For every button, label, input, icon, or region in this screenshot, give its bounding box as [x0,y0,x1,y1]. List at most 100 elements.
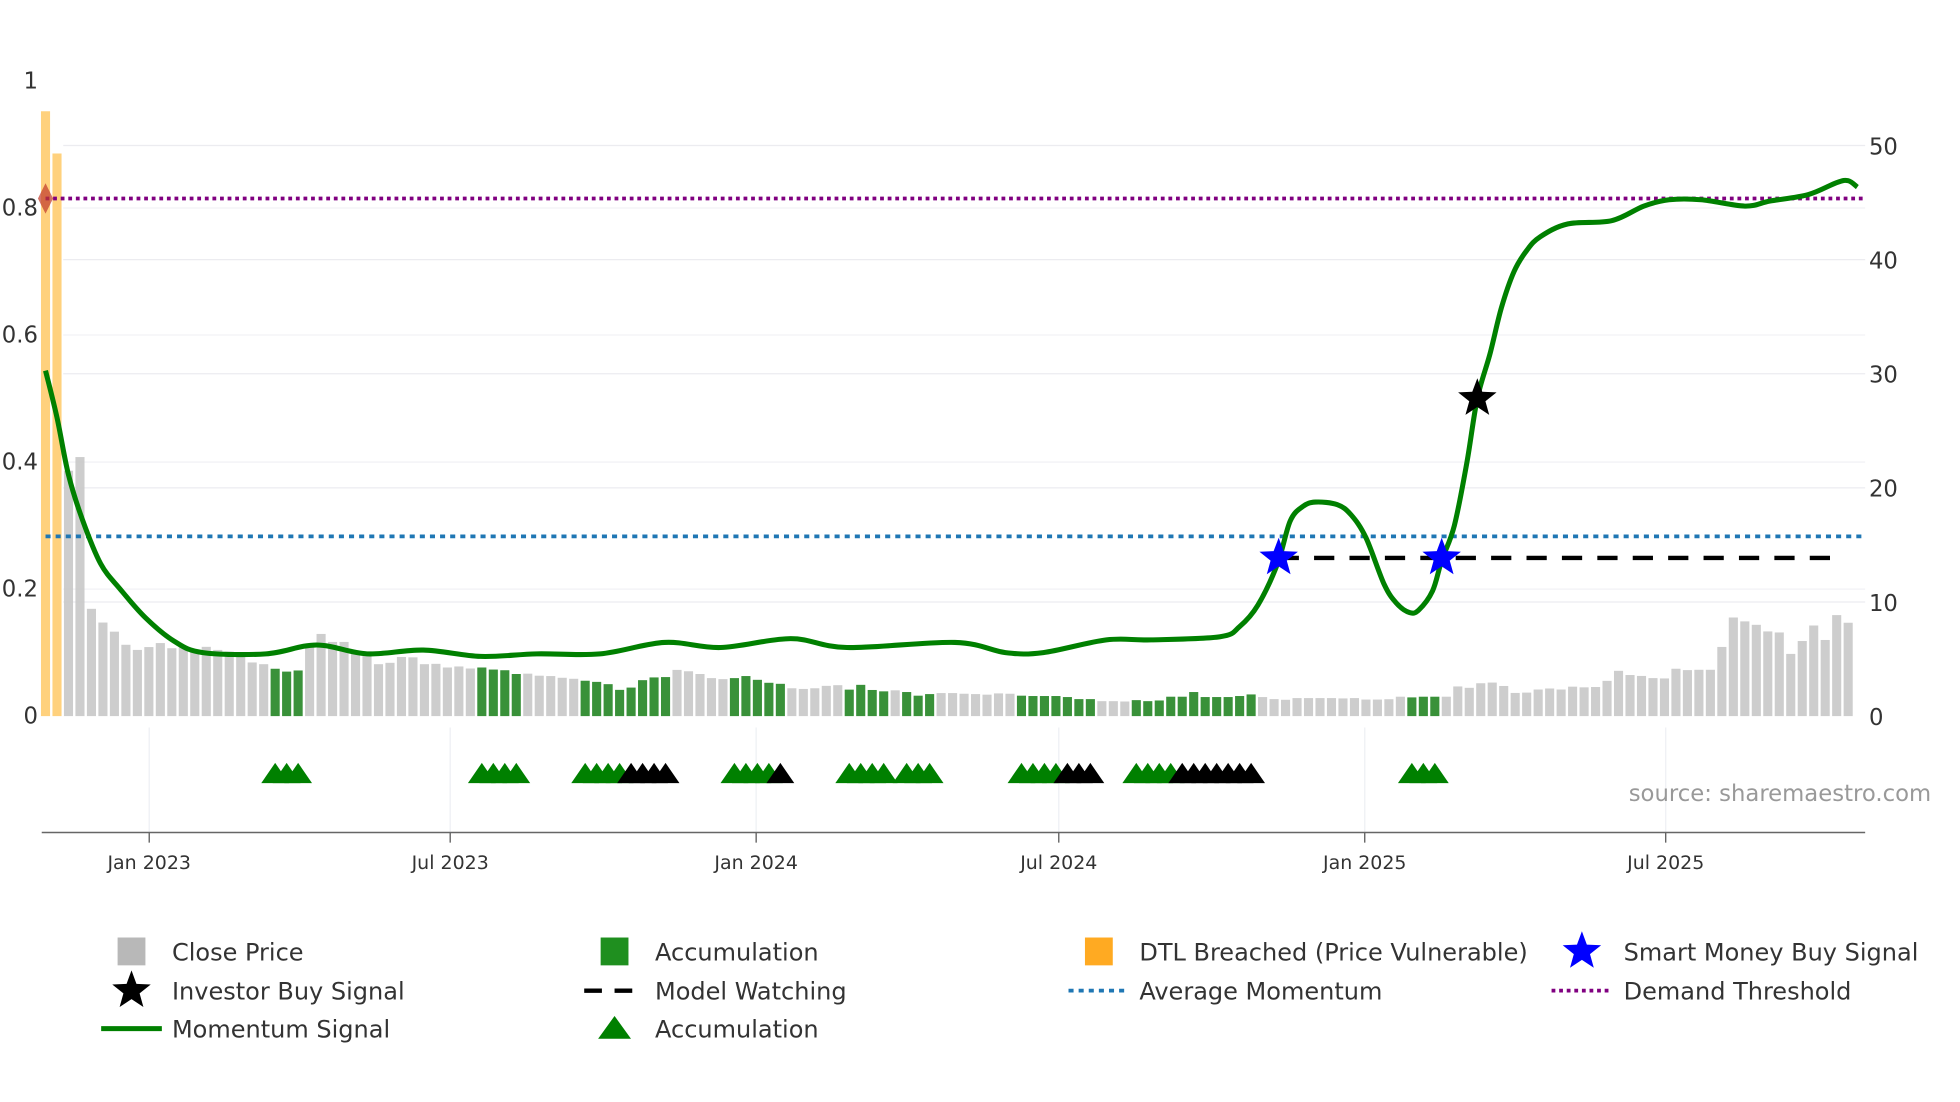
close-price-bar [1453,686,1463,717]
left-axis-tick-label: 0.8 [2,196,38,222]
accumulation-bar [626,687,636,717]
close-price-bar [1809,625,1819,717]
accumulation-bar [649,677,659,717]
close-price-bar [1751,624,1761,717]
close-price-bar [833,685,843,717]
accumulation-bar [592,681,602,717]
accumulation-bar [1062,697,1072,717]
axes: Jan 2023 Jul 2023 Jan 2024 Jul 2024 Jan 2025… [2,69,1898,875]
legend-item-purple-dotted-line: Demand Threshold [1551,978,1851,1006]
x-tick-label: Jul 2025 [1626,852,1704,874]
accumulation-bar [1166,696,1176,717]
accumulation-bar [511,673,521,717]
left-axis-tick-label: 1 [23,69,37,95]
close-price-bar [1510,692,1520,717]
close-price-bar [155,643,165,717]
close-price-bar [86,608,97,717]
close-price-bar [1372,699,1382,717]
legend-item-blue-dotted-line: Average Momentum [1068,978,1382,1006]
accumulation-bar [1246,694,1256,717]
demand-threshold-marker [37,183,54,214]
close-price-bar [408,657,418,717]
accumulation-bar [1131,700,1141,717]
close-price-bar [465,668,475,717]
close-price-bar [1499,685,1509,717]
gridlines [63,144,1866,833]
close-price-bar [1694,669,1704,717]
close-price-bar [534,675,544,717]
close-price-bar [431,663,441,717]
close-price-bar [109,631,119,717]
close-price-bar [890,690,900,717]
right-axis-tick-label: 20 [1869,477,1898,503]
accumulation-bar [925,694,935,717]
close-price-bar [1648,678,1658,717]
accumulation-bar [1407,697,1417,717]
momentum-signal-line [43,177,1859,660]
legend: Close Price Accumulation DTL Breached (Pri… [101,931,1918,1043]
legend-item-blue-star: Smart Money Buy Signal [1562,931,1918,968]
close-price-bar [798,688,808,717]
momentum-signal [43,177,1859,660]
close-price-bar [1728,617,1738,717]
close-price-bar [328,641,338,717]
close-price-bar [1464,687,1474,717]
legend-item-gray-square: Close Price [117,937,304,966]
close-price-bar [1326,698,1337,717]
close-price-bar [959,693,969,717]
accumulation-bar [660,677,671,717]
legend-label: Investor Buy Signal [172,978,405,1006]
accumulation-bar [752,679,762,717]
close-price-bar [201,646,211,717]
close-price-bar [936,693,946,717]
close-price-bar [1487,682,1497,717]
close-price-bar [1820,639,1830,717]
legend-label: DTL Breached (Price Vulnerable) [1139,938,1527,966]
accumulation-bar [500,670,510,717]
accumulation-bar [741,676,751,717]
accumulation-bar [638,680,648,717]
close-price-bar [236,653,246,717]
close-price-bar [695,673,705,717]
close-price-bar [557,677,567,717]
close-price-bar [1349,698,1360,717]
close-price-bar [305,646,315,717]
left-axis-tick-label: 0.4 [2,450,38,476]
close-price-bar [178,646,188,717]
accumulation-bar [1177,696,1187,717]
close-price-bar [1441,696,1451,717]
close-price-bar [787,688,797,717]
accumulation-bar [488,669,498,717]
close-price-bar [948,693,958,717]
x-tick-label: Jan 2024 [713,852,798,874]
close-price-bar [385,662,395,717]
right-axis-tick-label: 30 [1869,363,1898,389]
close-price-bar [1705,669,1715,717]
x-tick-label: Jan 2025 [1322,852,1407,874]
close-price-bar [1384,699,1394,717]
signal-markers [37,183,1497,575]
close-price-bar [1338,698,1348,717]
green-square-icon [600,937,629,966]
accumulation-bar [1028,696,1038,717]
legend-item-black-star: Investor Buy Signal [112,970,405,1007]
close-price-bar [1533,689,1543,717]
accumulation-bar [615,689,625,717]
legend-item-black-dashed-line: Model Watching [584,978,847,1006]
accumulation-bar [1039,696,1049,717]
close-price-bar [523,673,533,717]
accumulation-bar [856,684,866,717]
accumulation-bar [775,683,785,717]
x-tick-label: Jul 2024 [1019,852,1097,874]
close-price-bar [1281,699,1291,717]
close-price-bar [63,470,74,717]
left-axis-tick-label: 0.6 [2,323,38,349]
left-axis-tick-label: 0.2 [2,577,38,603]
close-price-bar [1120,701,1130,717]
close-price-bar [213,649,223,717]
close-price-bar [1717,646,1727,717]
accumulation-bar [580,680,590,717]
close-price-bar [1740,621,1750,717]
close-price-bar [1005,693,1015,717]
close-price-bar [454,666,464,717]
